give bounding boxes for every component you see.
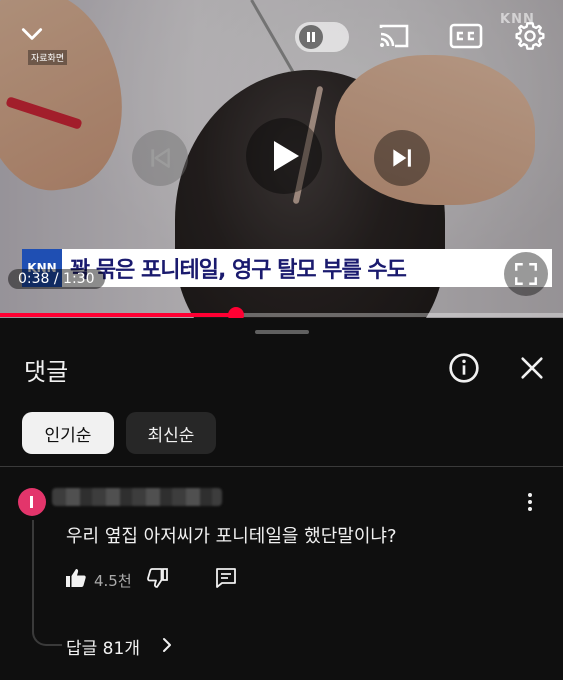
panel-title: 댓글 bbox=[24, 358, 69, 386]
settings-button[interactable] bbox=[512, 18, 548, 54]
video-player[interactable]: 자료화면 KNN KNN 꽉 묶은 포니테일, 영구 탈모 부를 수도 0:38… bbox=[0, 0, 563, 318]
comment-icon bbox=[216, 568, 236, 588]
like-button[interactable] bbox=[64, 566, 90, 592]
progress-bar[interactable] bbox=[0, 307, 563, 318]
thumbs-down-icon bbox=[147, 568, 168, 588]
closed-captions-icon bbox=[449, 23, 483, 49]
next-button[interactable] bbox=[374, 130, 430, 186]
info-button[interactable] bbox=[448, 352, 480, 384]
play-icon bbox=[274, 141, 299, 171]
comment-text: 우리 옆집 아저씨가 포니테일을 했단말이냐? bbox=[66, 526, 397, 547]
cast-button[interactable] bbox=[376, 20, 412, 52]
reply-thread-line bbox=[32, 520, 62, 646]
cast-icon bbox=[379, 24, 409, 48]
gear-icon bbox=[515, 22, 545, 50]
more-vert-icon-dot bbox=[528, 500, 532, 504]
view-replies-link[interactable]: 답글 81개 bbox=[66, 634, 140, 659]
minimize-button[interactable] bbox=[18, 20, 46, 48]
fullscreen-button[interactable] bbox=[504, 252, 548, 296]
more-vert-icon bbox=[528, 493, 532, 497]
like-count: 4.5천 bbox=[94, 572, 132, 590]
skip-next-icon bbox=[393, 149, 411, 167]
dislike-button[interactable] bbox=[146, 566, 172, 592]
close-icon bbox=[521, 357, 543, 379]
captions-button[interactable] bbox=[448, 20, 484, 52]
source-label: 자료화면 bbox=[28, 50, 68, 65]
progress-fill bbox=[0, 313, 237, 317]
chevron-down-icon bbox=[21, 28, 43, 40]
autoplay-toggle[interactable] bbox=[295, 22, 349, 52]
info-icon bbox=[449, 353, 479, 383]
divider bbox=[0, 466, 563, 467]
thumbs-up-icon bbox=[66, 569, 86, 587]
close-button[interactable] bbox=[518, 354, 546, 382]
time-display: 0:38 / 1:30 bbox=[8, 269, 105, 289]
reply-button[interactable] bbox=[214, 566, 240, 592]
more-vert-icon-dot bbox=[528, 507, 532, 511]
news-caption-text: 꽉 묶은 포니테일, 영구 탈모 부를 수도 bbox=[70, 258, 407, 283]
sort-chip-newest[interactable]: 최신순 bbox=[126, 412, 216, 454]
skip-previous-icon bbox=[151, 148, 170, 168]
pause-icon bbox=[299, 25, 323, 49]
fullscreen-icon bbox=[515, 263, 537, 285]
sort-chip-popular[interactable]: 인기순 bbox=[22, 412, 114, 454]
comment-menu-button[interactable] bbox=[522, 488, 538, 516]
avatar[interactable] bbox=[18, 488, 46, 516]
author-name-redacted bbox=[52, 488, 222, 506]
avatar-glyph-icon bbox=[30, 496, 33, 508]
play-button[interactable] bbox=[246, 118, 322, 194]
panel-drag-handle[interactable] bbox=[255, 330, 309, 334]
chevron-right-icon bbox=[160, 636, 176, 654]
previous-button[interactable] bbox=[132, 130, 188, 186]
